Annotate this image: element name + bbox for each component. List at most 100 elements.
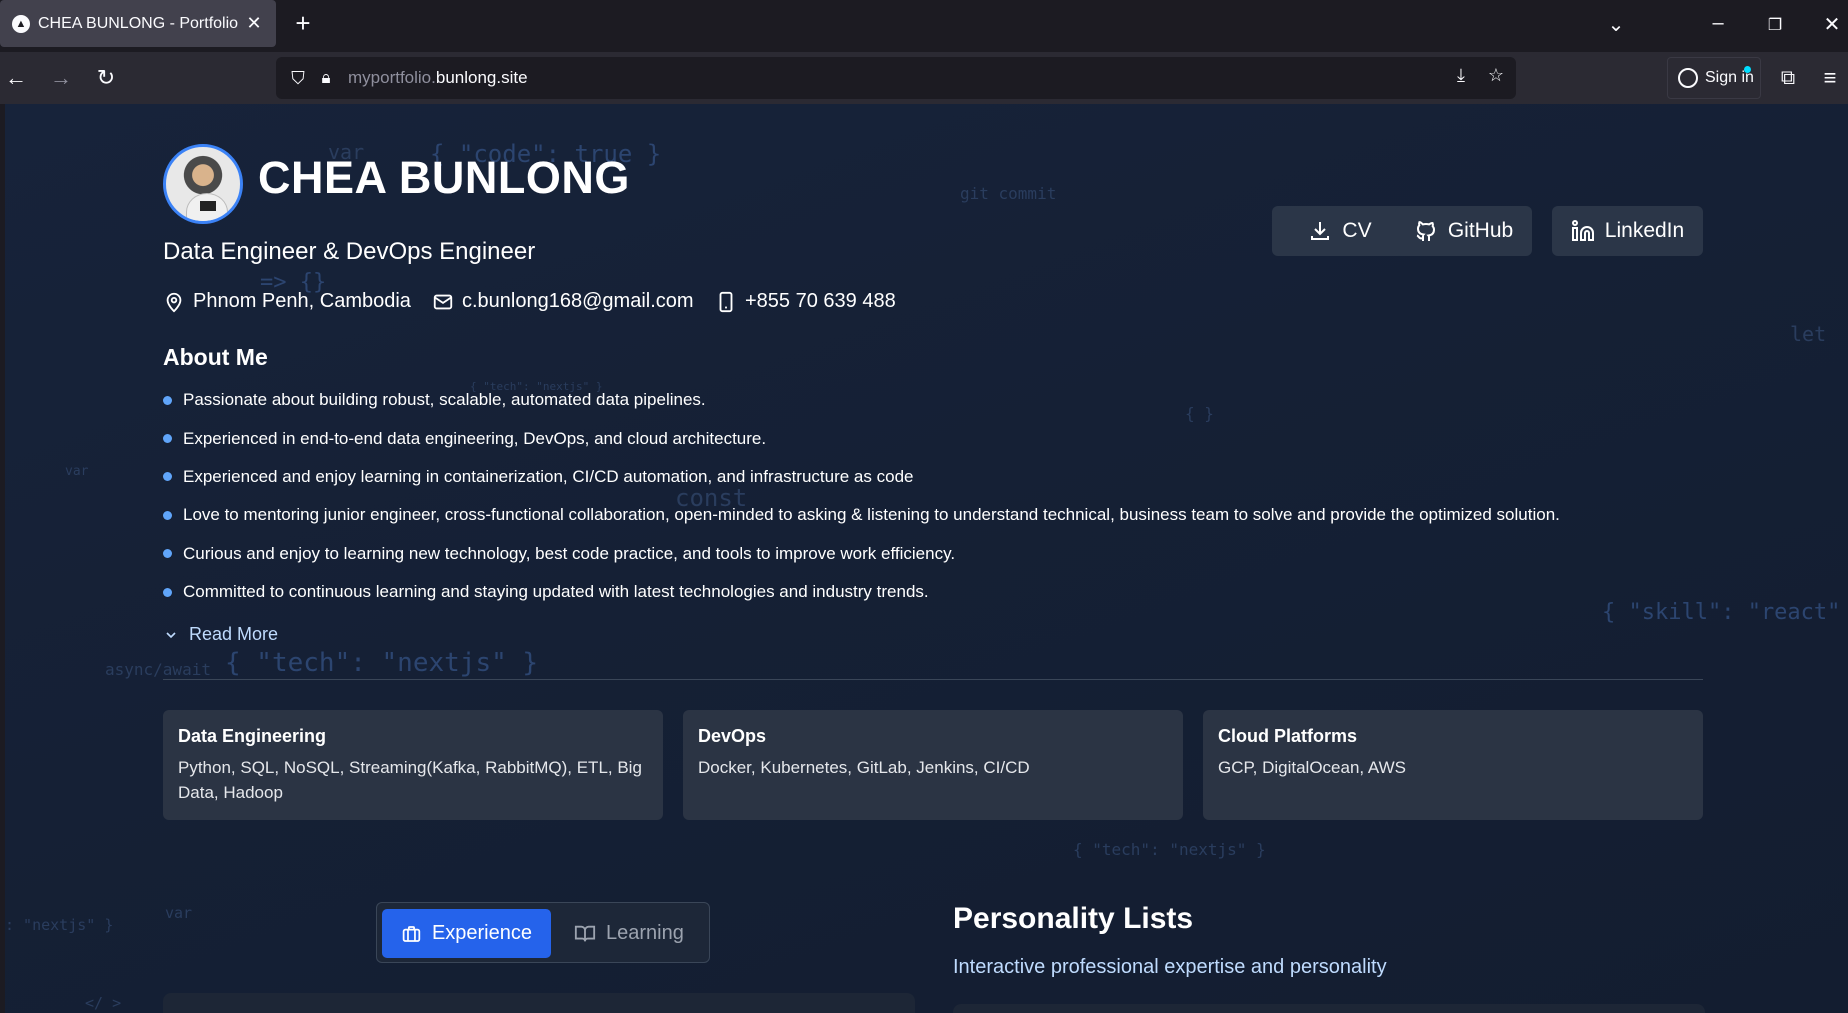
book-open-icon: [574, 925, 596, 942]
location-info: Phnom Penh, Cambodia: [163, 290, 411, 313]
experience-panel: [163, 993, 915, 1013]
about-item-text: Love to mentoring junior engineer, cross…: [183, 505, 1560, 525]
read-more-label: Read More: [189, 624, 279, 644]
tab-title: CHEA BUNLONG - Portfolio: [38, 14, 239, 32]
phone-icon: [719, 291, 733, 312]
briefcase-icon: [402, 925, 421, 942]
skill-card-cloud-platforms: Cloud Platforms GCP, DigitalOcean, AWS: [1203, 710, 1703, 820]
map-pin-icon: [166, 292, 182, 312]
tab-list-chevron-icon[interactable]: ⌄: [1601, 12, 1631, 37]
sign-in-button[interactable]: Sign in: [1667, 57, 1761, 99]
bg-code-text: { "tech": "nextjs" }: [1073, 840, 1266, 859]
about-list: Passionate about building robust, scalab…: [163, 381, 1723, 611]
new-tab-button[interactable]: +: [290, 10, 316, 36]
email-text[interactable]: c.bunlong168@gmail.com: [462, 290, 694, 313]
about-item: Experienced and enjoy learning in contai…: [163, 458, 1723, 496]
bookmark-star-icon[interactable]: ☆: [1483, 65, 1509, 91]
about-item: Curious and enjoy to learning new techno…: [163, 535, 1723, 573]
site-favicon-icon: ▲: [12, 14, 30, 33]
back-arrow-icon[interactable]: ←: [2, 65, 30, 91]
tab-learning-label: Learning: [606, 922, 684, 944]
about-item: Experienced in end-to-end data engineeri…: [163, 419, 1723, 457]
cv-button-label: CV: [1342, 219, 1372, 242]
profile-name: CHEA BUNLONG: [258, 152, 630, 203]
tab-learning[interactable]: Learning: [555, 909, 703, 958]
skill-card-title: DevOps: [698, 726, 767, 746]
about-item-text: Curious and enjoy to learning new techno…: [183, 543, 956, 563]
extensions-icon[interactable]: ⧉: [1774, 65, 1802, 91]
bg-code-text: let: [1790, 322, 1827, 346]
account-icon: [1678, 68, 1698, 88]
bg-code-text: var: [65, 464, 89, 479]
portfolio-page: var { "code": true } git commit => {} le…: [5, 104, 1848, 1013]
close-tab-icon[interactable]: ✕: [244, 13, 264, 34]
notification-dot: [1744, 66, 1751, 73]
forward-arrow-icon[interactable]: →: [47, 65, 75, 91]
close-window-icon[interactable]: ✕: [1817, 12, 1847, 37]
bullet-dot: [163, 549, 172, 559]
about-item-text: Committed to continuous learning and sta…: [183, 582, 929, 602]
bullet-dot: [163, 395, 172, 405]
restore-icon[interactable]: ❐: [1760, 15, 1790, 35]
personality-subtitle: Interactive professional expertise and p…: [953, 956, 1387, 978]
download-icon: [1311, 222, 1330, 240]
tab-experience-label: Experience: [431, 922, 532, 944]
lock-icon[interactable]: 🔒︎: [312, 68, 340, 88]
github-button[interactable]: GitHub: [1395, 206, 1532, 256]
skill-card-desc: GCP, DigitalOcean, AWS: [1218, 758, 1407, 777]
tab-experience[interactable]: Experience: [382, 909, 551, 958]
avatar-badge: [200, 201, 216, 211]
linkedin-button-label: LinkedIn: [1604, 219, 1685, 242]
bullet-dot: [163, 587, 172, 597]
github-button-label: GitHub: [1447, 219, 1514, 242]
profile-role: Data Engineer & DevOps Engineer: [163, 238, 536, 265]
linkedin-button[interactable]: LinkedIn: [1552, 206, 1703, 256]
personality-heading: Personality Lists: [953, 902, 1194, 935]
section-divider: [163, 679, 1703, 680]
skill-card-desc: Docker, Kubernetes, GitLab, Jenkins, CI/…: [698, 758, 1030, 777]
url-text[interactable]: myportfolio.bunlong.site: [348, 68, 528, 88]
browser-nav-bar: ← → ↻ ⛉ 🔒︎ myportfolio.bunlong.site ⤓ ☆ …: [0, 52, 1848, 104]
about-heading: About Me: [163, 344, 268, 370]
about-item-text: Passionate about building robust, scalab…: [183, 390, 706, 410]
tracking-shield-icon[interactable]: ⛉: [284, 68, 312, 89]
chevron-down-icon: [166, 631, 176, 638]
skill-card-desc: Python, SQL, NoSQL, Streaming(Kafka, Rab…: [178, 758, 642, 802]
skill-card-data-engineering: Data Engineering Python, SQL, NoSQL, Str…: [163, 710, 663, 820]
about-item-text: Experienced and enjoy learning in contai…: [183, 466, 914, 486]
skill-card-title: Data Engineering: [178, 726, 327, 746]
browser-tab[interactable]: ▲ CHEA BUNLONG - Portfolio ✕: [0, 0, 276, 47]
reload-icon[interactable]: ↻: [92, 65, 120, 91]
bg-code-text: : "nextjs" }: [5, 916, 114, 934]
about-item: Love to mentoring junior engineer, cross…: [163, 496, 1723, 534]
location-text: Phnom Penh, Cambodia: [193, 290, 411, 312]
github-icon: [1416, 221, 1435, 241]
bg-code-text: async/await: [105, 660, 211, 679]
menu-hamburger-icon[interactable]: ≡: [1816, 65, 1844, 91]
email-info[interactable]: c.bunlong168@gmail.com: [432, 290, 694, 313]
save-to-pocket-icon[interactable]: ⤓: [1448, 65, 1474, 91]
section-toggle: Experience Learning: [376, 902, 710, 963]
about-item: Committed to continuous learning and sta…: [163, 573, 1723, 611]
bg-code-text: var: [165, 904, 193, 922]
bullet-dot: [163, 472, 172, 482]
bg-code-text: </ >: [85, 994, 122, 1012]
about-item-text: Experienced in end-to-end data engineeri…: [183, 428, 767, 448]
address-bar[interactable]: ⛉ 🔒︎ myportfolio.bunlong.site ⤓ ☆: [276, 57, 1516, 99]
read-more-button[interactable]: Read More: [163, 624, 278, 645]
minimize-icon[interactable]: –: [1703, 12, 1733, 35]
cv-download-button[interactable]: CV: [1272, 206, 1408, 256]
skill-card-title: Cloud Platforms: [1218, 726, 1358, 746]
linkedin-icon: [1571, 220, 1594, 241]
bullet-dot: [163, 510, 172, 520]
phone-info[interactable]: +855 70 639 488: [715, 290, 896, 313]
bg-code-text: { "tech": "nextjs" }: [225, 648, 539, 678]
phone-text[interactable]: +855 70 639 488: [745, 290, 896, 313]
profile-avatar: [163, 144, 243, 224]
browser-tab-bar: ▲ CHEA BUNLONG - Portfolio ✕ + ⌄ – ❐ ✕: [0, 0, 1848, 52]
bullet-dot: [163, 434, 172, 444]
bg-code-text: git commit: [960, 184, 1057, 203]
mail-icon: [433, 294, 453, 309]
about-item: Passionate about building robust, scalab…: [163, 381, 1723, 419]
skill-card-devops: DevOps Docker, Kubernetes, GitLab, Jenki…: [683, 710, 1183, 820]
